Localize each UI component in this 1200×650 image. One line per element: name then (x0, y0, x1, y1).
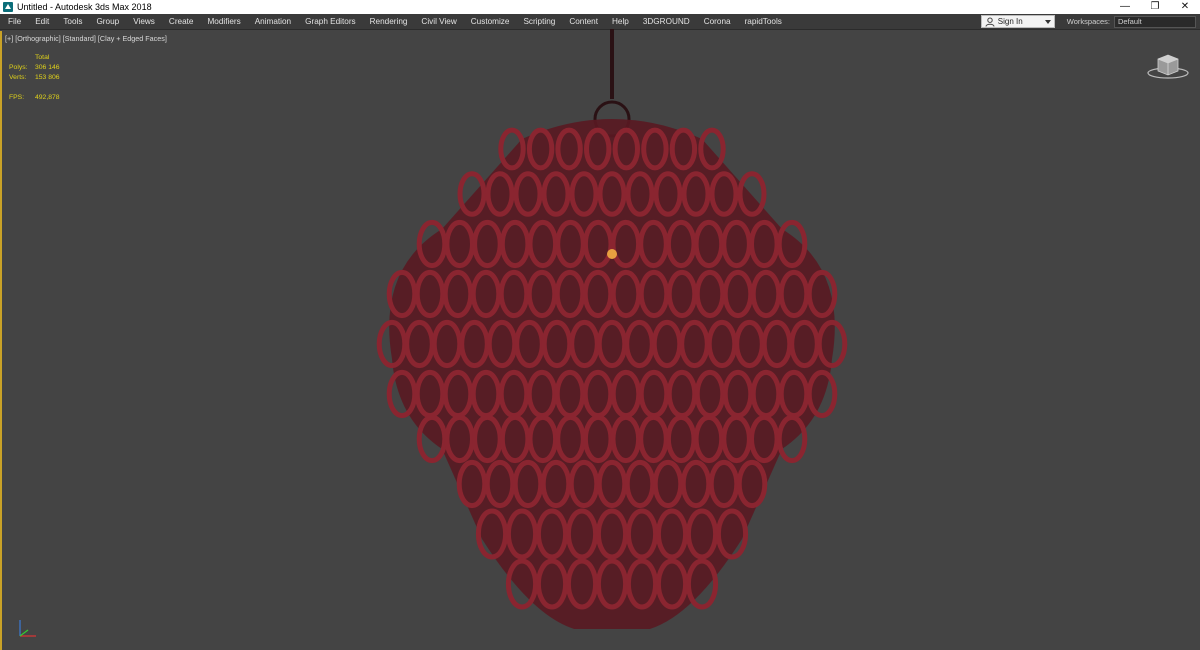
menu-corona[interactable]: Corona (697, 14, 738, 30)
bulb-light (607, 249, 617, 259)
viewport-menu-view[interactable]: [Orthographic] (15, 34, 61, 43)
menu-edit[interactable]: Edit (28, 14, 56, 30)
viewcube-icon[interactable] (1146, 49, 1190, 81)
workspaces-select[interactable]: Default (1114, 15, 1196, 28)
menu-content[interactable]: Content (562, 14, 605, 30)
menu-customize[interactable]: Customize (464, 14, 517, 30)
3ds-max-icon (3, 2, 13, 12)
menu-3dground[interactable]: 3DGROUND (636, 14, 697, 30)
workspaces-label: Workspaces: (1066, 17, 1110, 26)
fps-label: FPS: (9, 94, 25, 101)
menu-civil-view[interactable]: Civil View (414, 14, 463, 30)
sign-in-label: Sign In (997, 17, 1023, 26)
chandelier-model[interactable] (362, 29, 862, 629)
menu-views[interactable]: Views (126, 14, 162, 30)
fps-value: 492,878 (35, 94, 60, 101)
polys-label: Polys: (9, 64, 28, 71)
window-controls: — ❐ ✕ (1110, 0, 1200, 14)
verts-value: 153 806 (35, 74, 60, 81)
menu-rapidtools[interactable]: rapidTools (738, 14, 789, 30)
app-window: Untitled - Autodesk 3ds Max 2018 — ❐ ✕ F… (0, 0, 1200, 650)
menu-animation[interactable]: Animation (248, 14, 298, 30)
menu-graph-editors[interactable]: Graph Editors (298, 14, 363, 30)
viewport-orthographic[interactable]: [+] [Orthographic] [Standard] [Clay + Ed… (0, 29, 1200, 650)
workspaces-value: Default (1118, 16, 1142, 26)
viewport-statistics: Total Polys: 306 146 Verts: 153 806 FPS: 49… (9, 53, 60, 103)
stats-header: Total (35, 54, 50, 61)
menu-tools[interactable]: Tools (56, 14, 89, 30)
viewport-menu-plus[interactable]: [+] (5, 34, 13, 43)
viewport-menu-shading-standard[interactable]: [Standard] (63, 34, 96, 43)
sign-in-dropdown[interactable]: Sign In (980, 15, 1055, 28)
close-button[interactable]: ✕ (1170, 0, 1200, 14)
viewport-label: [+] [Orthographic] [Standard] [Clay + Ed… (5, 34, 167, 43)
viewport-menu-display-mode[interactable]: [Clay + Edged Faces] (98, 34, 167, 43)
menu-create[interactable]: Create (162, 14, 201, 30)
menu-scripting[interactable]: Scripting (516, 14, 562, 30)
restore-button[interactable]: ❐ (1140, 0, 1170, 14)
verts-label: Verts: (9, 74, 27, 81)
axis-tripod-icon (19, 620, 36, 637)
menu-modifiers[interactable]: Modifiers (200, 14, 247, 30)
menu-file[interactable]: File (0, 14, 28, 30)
minimize-button[interactable]: — (1110, 0, 1140, 14)
title-bar: Untitled - Autodesk 3ds Max 2018 — ❐ ✕ (0, 0, 1200, 14)
chevron-down-icon (1044, 20, 1051, 24)
user-icon (985, 17, 995, 27)
window-title: Untitled - Autodesk 3ds Max 2018 (17, 2, 152, 12)
polys-value: 306 146 (35, 64, 60, 71)
menu-bar: File Edit Tools Group Views Create Modif… (0, 14, 1200, 30)
menu-group[interactable]: Group (89, 14, 126, 30)
menu-help[interactable]: Help (605, 14, 636, 30)
menu-rendering[interactable]: Rendering (363, 14, 415, 30)
